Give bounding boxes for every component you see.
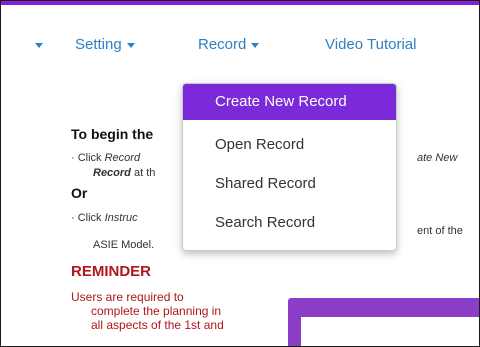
instruction-line-1-right-text: ate New	[417, 152, 458, 164]
instruction-line-3: · Click Instruc	[71, 212, 138, 224]
instruction-line-4: ASIE Model.	[93, 239, 155, 251]
instruction-line-1-right: ate New	[417, 152, 457, 164]
nav-record[interactable]: Record	[198, 36, 260, 53]
instruction-line-3-right: ent of the	[417, 225, 463, 237]
menu-item-shared-record[interactable]: Shared Record	[183, 166, 396, 202]
app-window: Setting Record Video Tutorial To begin t…	[0, 0, 480, 347]
instruction-link[interactable]: Instruc	[105, 212, 138, 224]
reminder-title: REMINDER	[71, 263, 152, 280]
nav-video-tutorial[interactable]: Video Tutorial	[325, 36, 416, 53]
nav-video-tutorial-label: Video Tutorial	[325, 36, 417, 53]
instruction-line-2-rest: at th	[130, 167, 156, 179]
instruction-line-2: Record at th	[93, 167, 155, 179]
reminder-line-1: Users are required to	[71, 290, 184, 304]
top-navigation: Setting Record Video Tutorial	[1, 29, 479, 65]
menu-item-create-new-record[interactable]: Create New Record	[183, 84, 396, 120]
nav-previous-caret-icon[interactable]	[35, 43, 43, 48]
record-bold-text: Record	[93, 167, 131, 179]
menu-item-search-record[interactable]: Search Record	[183, 205, 396, 241]
menu-item-open-record[interactable]: Open Record	[183, 127, 396, 163]
chevron-down-icon	[126, 42, 135, 48]
nav-setting[interactable]: Setting	[75, 36, 135, 53]
top-accent-bar	[1, 1, 479, 5]
purple-panel-inner	[301, 317, 479, 346]
nav-record-label: Record	[198, 36, 247, 53]
instruction-line-1: · Click Record	[71, 152, 140, 164]
record-dropdown-menu: Create New Record Open Record Shared Rec…	[182, 83, 397, 251]
nav-setting-label: Setting	[75, 36, 122, 53]
begin-heading: To begin the	[71, 126, 154, 142]
reminder-line-3: all aspects of the 1st and	[91, 318, 224, 332]
instruction-line-1-prefix: · Click	[71, 152, 105, 164]
instruction-line-3-prefix: · Click	[71, 212, 105, 224]
record-link[interactable]: Record	[105, 152, 140, 164]
or-heading: Or	[71, 185, 88, 201]
chevron-down-icon	[251, 42, 260, 48]
reminder-line-2: complete the planning in	[91, 304, 222, 318]
instruction-line-3-right-text: ent of the	[417, 225, 463, 237]
